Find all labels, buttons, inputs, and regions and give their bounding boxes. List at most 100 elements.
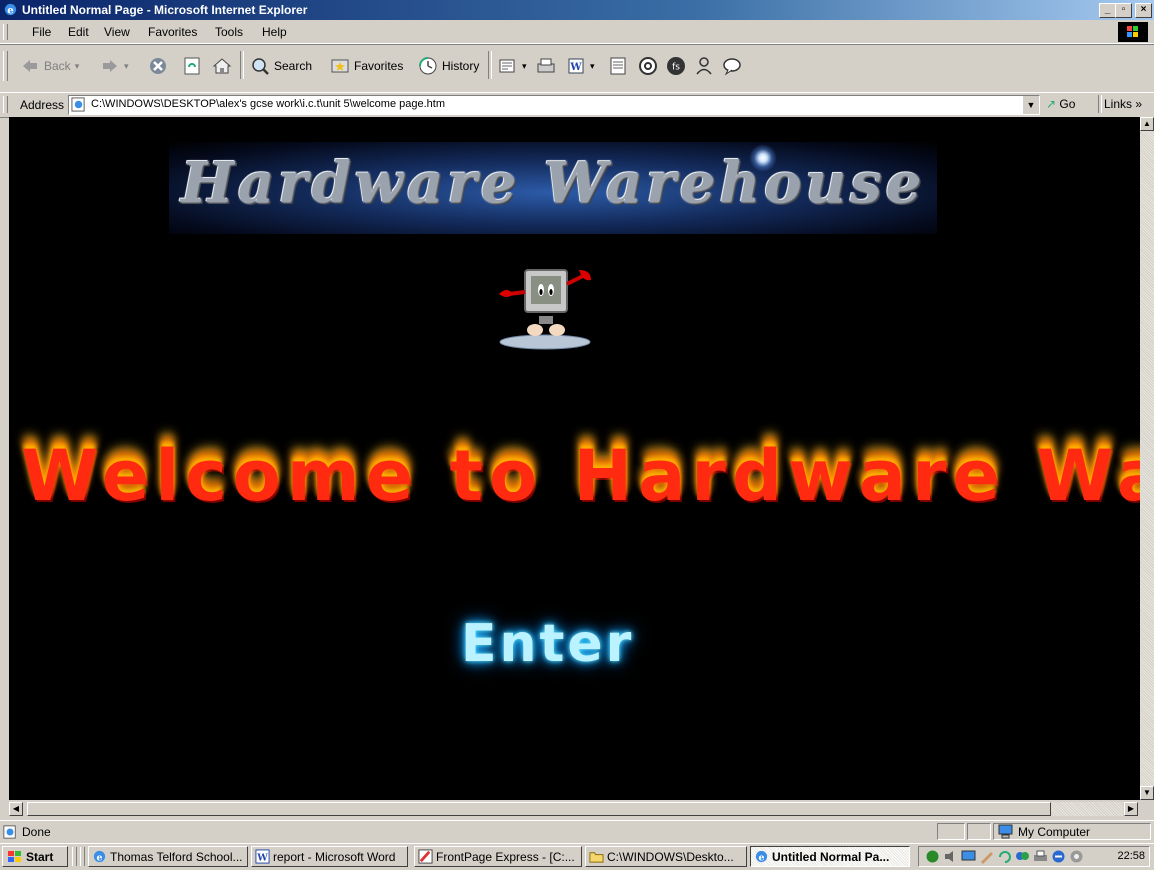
start-button[interactable]: Start	[2, 846, 68, 867]
refresh-icon	[184, 57, 200, 75]
refresh-button[interactable]	[182, 53, 202, 79]
ie-icon: e	[93, 850, 106, 863]
search-button[interactable]: Search	[250, 53, 312, 79]
address-input[interactable]: C:\WINDOWS\DESKTOP\alex's gcse work\i.c.…	[68, 95, 1040, 115]
taskbar-grip[interactable]	[80, 847, 85, 866]
home-button[interactable]	[212, 53, 232, 79]
zone-label: My Computer	[1018, 825, 1091, 839]
windows-flag-icon	[8, 850, 21, 862]
page-done-icon	[3, 825, 16, 839]
forward-arrow-icon	[103, 60, 117, 72]
task-untitled-normal-page[interactable]: e Untitled Normal Pa...	[750, 846, 910, 867]
address-bar: Address C:\WINDOWS\DESKTOP\alex's gcse w…	[0, 92, 1154, 118]
discuss-button[interactable]	[608, 53, 628, 79]
search-label: Search	[274, 59, 313, 73]
history-label: History	[442, 59, 480, 73]
tray-display-icon[interactable]	[961, 849, 976, 864]
word-icon: W	[255, 849, 270, 864]
maximize-button[interactable]: ▫	[1115, 3, 1132, 18]
messenger-button[interactable]	[638, 53, 658, 79]
menu-tools[interactable]: Tools	[215, 25, 243, 39]
menu-bar: File Edit View Favorites Tools Help	[0, 21, 1154, 44]
address-dropdown-button[interactable]: ▼	[1022, 96, 1039, 114]
banner-title: Hardware Warehouse	[180, 150, 926, 216]
status-text: Done	[22, 825, 51, 839]
horizontal-scroll-track[interactable]	[1051, 802, 1123, 816]
mail-icon	[499, 59, 515, 73]
tray-paint-icon[interactable]	[979, 849, 994, 864]
menu-favorites[interactable]: Favorites	[148, 25, 197, 39]
discuss-icon	[610, 57, 626, 75]
task-report-word[interactable]: W report - Microsoft Word	[251, 846, 408, 867]
fs-icon: fs	[667, 57, 685, 75]
stop-icon	[150, 58, 166, 74]
close-button[interactable]: ×	[1135, 3, 1152, 18]
vertical-scrollbar[interactable]: ▲ ▼	[1140, 117, 1154, 800]
back-arrow-icon	[23, 60, 37, 72]
history-icon	[419, 57, 437, 75]
back-button[interactable]: Back ▾	[20, 53, 79, 79]
tray-printer-icon[interactable]	[1033, 849, 1048, 864]
title-bar[interactable]: e Untitled Normal Page - Microsoft Inter…	[0, 0, 1154, 20]
enter-link[interactable]: Enter	[461, 614, 634, 674]
address-label: Address	[20, 98, 65, 112]
go-label: Go	[1059, 97, 1076, 111]
task-windows-desktop[interactable]: C:\WINDOWS\Deskto...	[585, 846, 747, 867]
people-button[interactable]	[694, 53, 714, 79]
favorites-button[interactable]: Favorites	[330, 53, 403, 79]
links-button[interactable]: Links »	[1104, 97, 1142, 111]
tray-network-icon[interactable]	[925, 849, 940, 864]
search-icon	[252, 58, 269, 75]
scroll-down-button[interactable]: ▼	[1140, 786, 1154, 800]
menu-grip[interactable]	[3, 24, 8, 40]
clock[interactable]: 22:58	[1117, 850, 1145, 862]
toolbar-separator	[240, 51, 244, 79]
people-icon	[696, 57, 712, 75]
messenger-icon	[639, 57, 657, 75]
forward-button[interactable]: ▾	[100, 53, 129, 79]
status-bar: Done My Computer	[0, 820, 1154, 843]
stop-button[interactable]	[148, 53, 168, 79]
task-frontpage-express[interactable]: FrontPage Express - [C:...	[414, 846, 582, 867]
tray-messenger-icon[interactable]	[1015, 849, 1030, 864]
print-button[interactable]	[536, 53, 556, 79]
menu-edit[interactable]: Edit	[68, 25, 89, 39]
edit-word-icon: W	[568, 58, 584, 74]
computer-mascot-image	[499, 269, 591, 350]
address-grip[interactable]	[3, 96, 8, 113]
scroll-up-button[interactable]: ▲	[1140, 117, 1154, 131]
folder-icon	[589, 852, 604, 863]
task-thomas-telford[interactable]: e Thomas Telford School...	[88, 846, 248, 867]
scroll-right-button[interactable]: ▶	[1124, 802, 1138, 816]
standard-toolbar: Back ▾ ▾ Search Favorites History ▾ W ▾	[0, 44, 1154, 92]
scroll-left-button[interactable]: ◀	[9, 802, 23, 816]
system-tray: 22:58	[918, 846, 1150, 867]
task-label: report - Microsoft Word	[273, 849, 396, 864]
go-button[interactable]: ↗ Go	[1046, 97, 1075, 111]
tray-connect-icon[interactable]	[1051, 849, 1066, 864]
menu-help[interactable]: Help	[262, 25, 287, 39]
horizontal-scrollbar[interactable]: ◀ ▶	[9, 800, 1140, 818]
history-button[interactable]: History	[418, 53, 479, 79]
toolbar-grip[interactable]	[3, 51, 8, 81]
chat-button[interactable]	[722, 53, 742, 79]
print-icon	[537, 58, 555, 73]
tray-settings-icon[interactable]	[1069, 849, 1084, 864]
tray-volume-icon[interactable]	[943, 849, 958, 864]
horizontal-scroll-thumb[interactable]	[27, 802, 1051, 816]
minimize-button[interactable]: _	[1099, 3, 1116, 18]
chat-bubble-icon	[723, 58, 741, 76]
fs-button[interactable]: fs	[666, 53, 686, 79]
tray-refresh-icon[interactable]	[997, 849, 1012, 864]
my-computer-icon	[998, 824, 1013, 839]
page-viewport[interactable]: Hardware Warehouse Welcome to Hardware W…	[9, 117, 1140, 800]
task-label: Untitled Normal Pa...	[772, 849, 890, 864]
mail-button[interactable]: ▾	[498, 53, 527, 79]
svg-text:fs: fs	[672, 63, 680, 73]
favorites-icon	[331, 59, 349, 73]
menu-file[interactable]: File	[32, 25, 51, 39]
page-icon	[71, 97, 85, 112]
taskbar: Start e Thomas Telford School... W repor…	[0, 843, 1154, 870]
menu-view[interactable]: View	[104, 25, 130, 39]
edit-button[interactable]: W ▾	[566, 53, 595, 79]
